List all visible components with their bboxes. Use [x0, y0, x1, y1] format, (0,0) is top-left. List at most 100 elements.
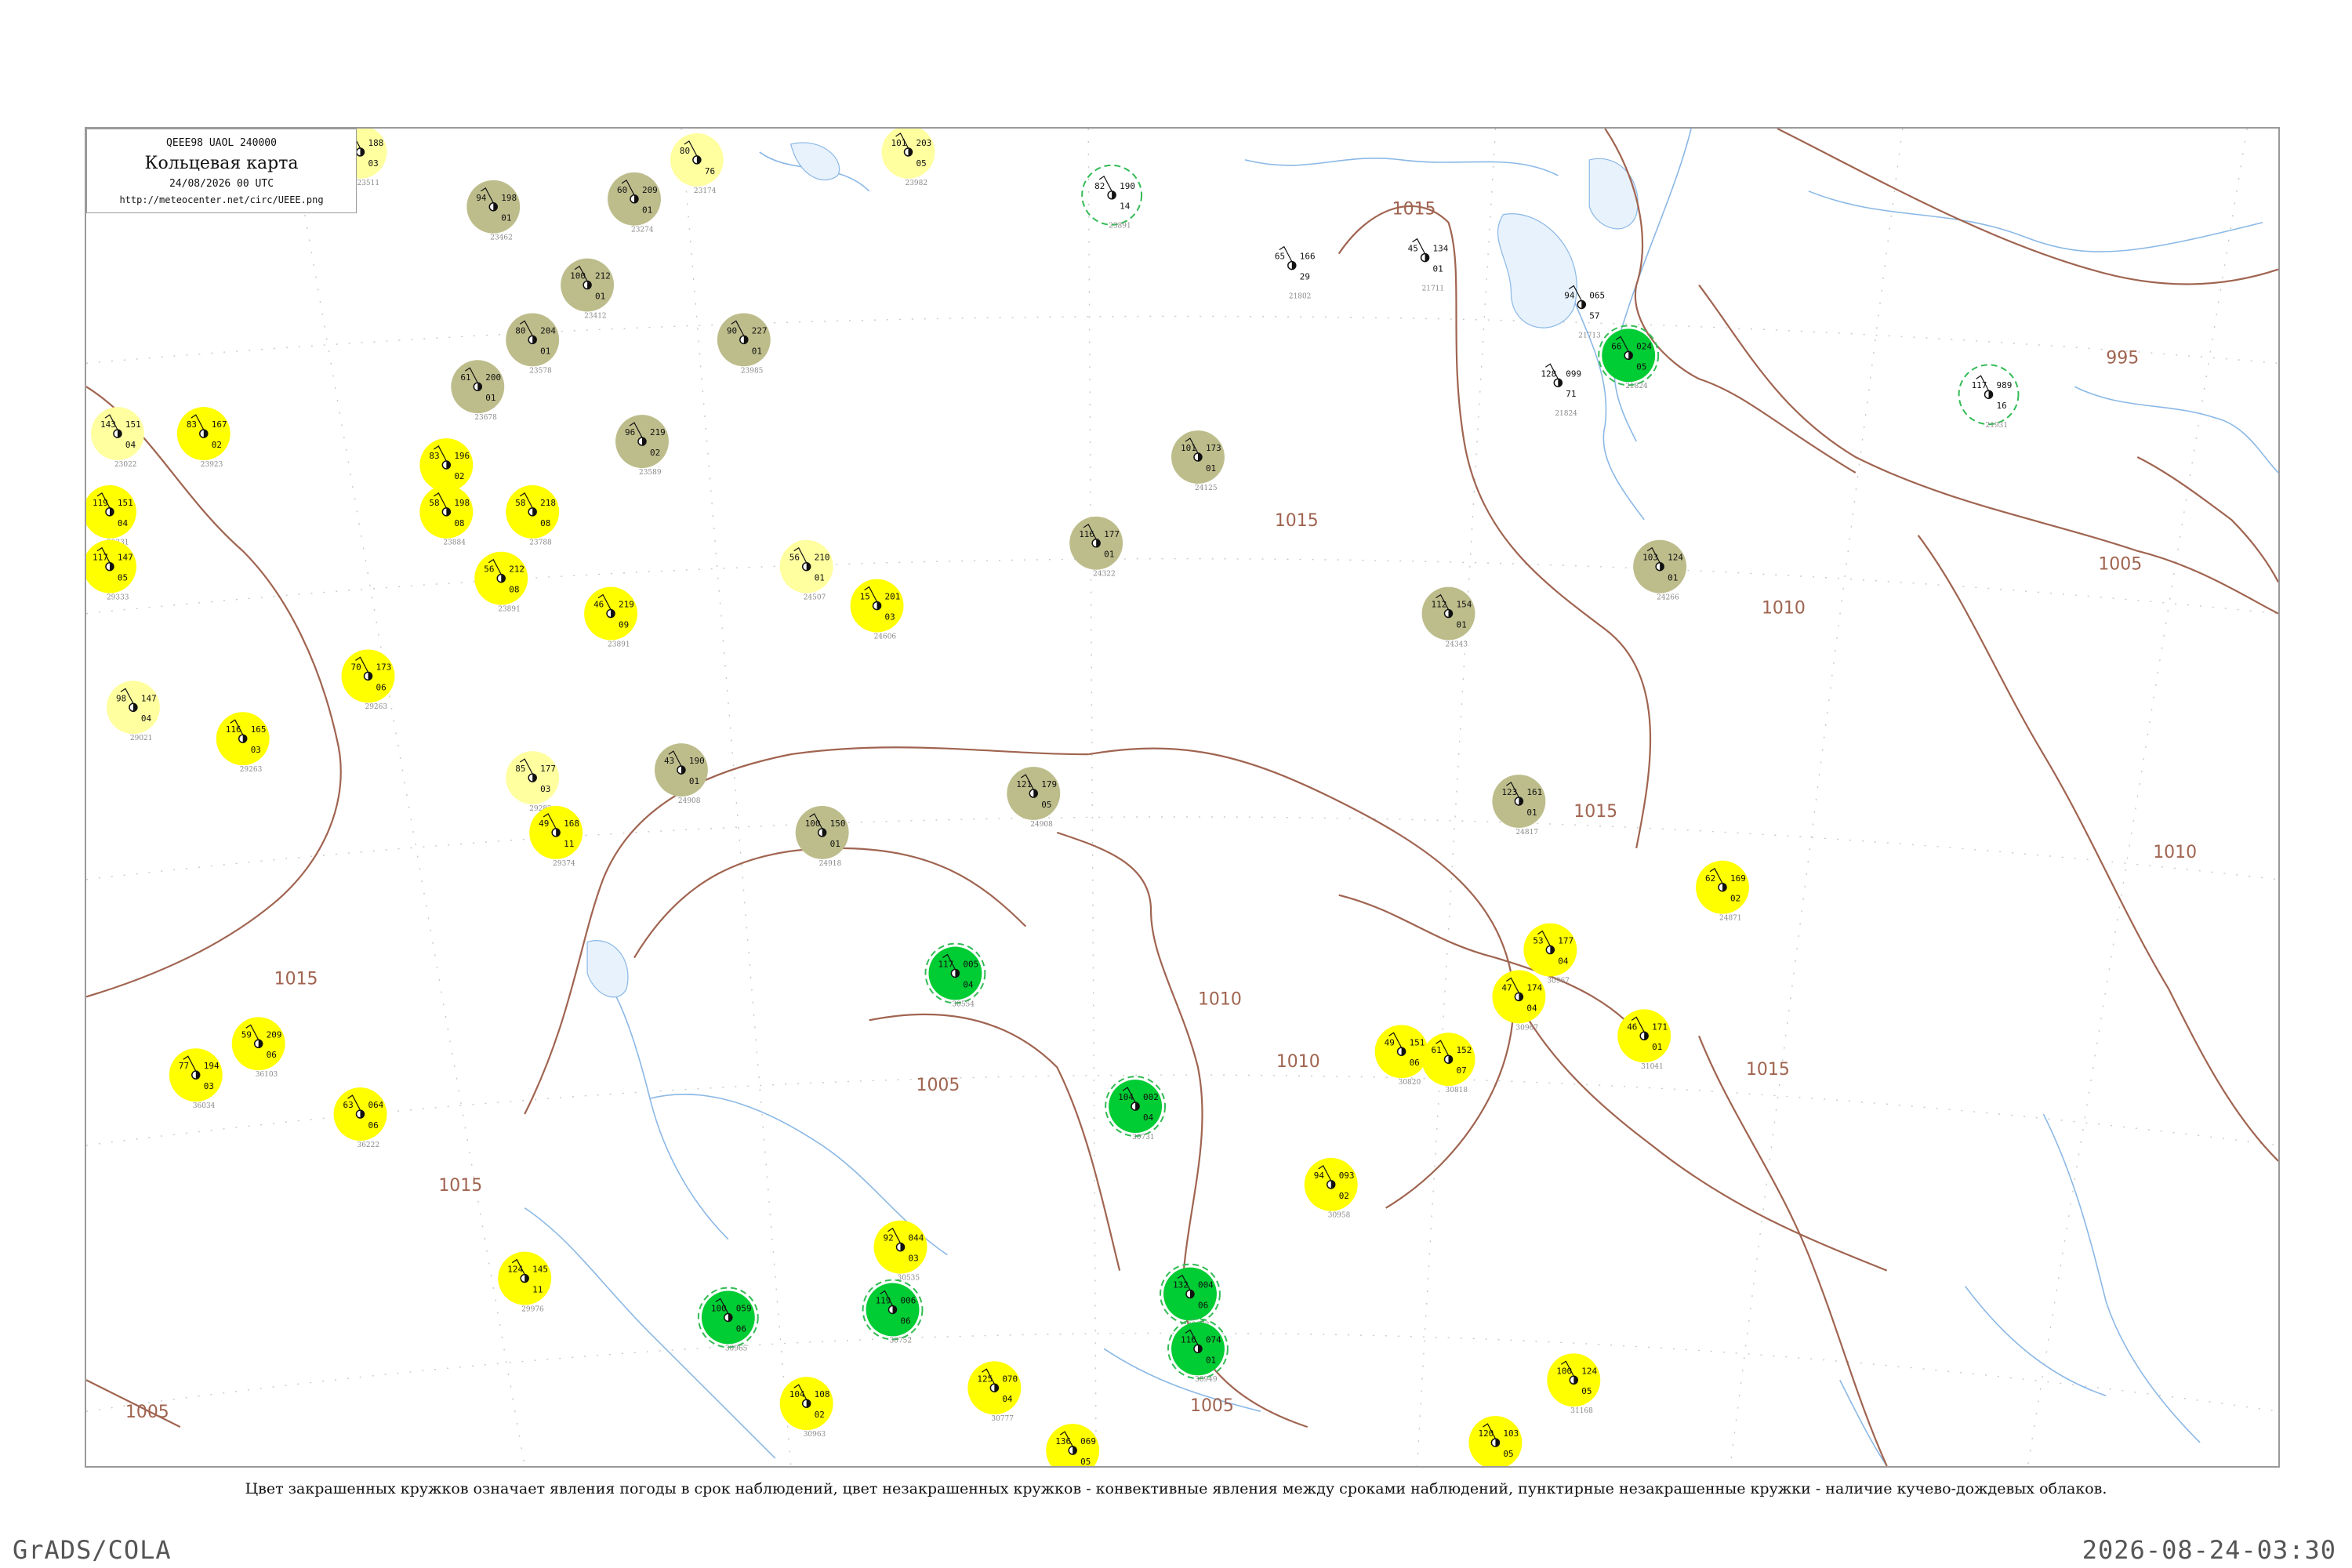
pressure-value: 004: [1198, 1280, 1214, 1290]
temperature-value: 83: [429, 451, 439, 461]
pressure-value: 173: [376, 662, 391, 672]
temperature-value: 90: [727, 325, 737, 336]
temperature-value: 66: [1611, 341, 1621, 351]
temperature-value: 46: [593, 600, 604, 610]
station-index: 36222: [358, 1142, 380, 1149]
station-marker: 100 124 05 31168: [1547, 1353, 1601, 1415]
station-marker: 80 204 01 23578: [506, 313, 560, 375]
station-marker: 61 152 07 30818: [1421, 1033, 1475, 1094]
station-marker: 1320040630673: [1160, 1263, 1221, 1329]
station-index: 24908: [678, 797, 701, 805]
station-index: 30777: [991, 1415, 1014, 1423]
pressure-tendency-value: 01: [642, 205, 652, 216]
map-source-url[interactable]: http://meteocenter.net/circ/UEEE.png: [87, 194, 356, 205]
station-marker: 92 0440330535: [873, 1220, 927, 1283]
station-index: 24908: [1030, 821, 1053, 829]
pressure-value: 196: [454, 451, 470, 461]
pressure-tendency-value: 01: [1652, 1042, 1662, 1052]
station-marker: 98 147 04 29021: [106, 681, 160, 742]
pressure-value: 124: [1581, 1366, 1597, 1376]
temperature-value: 63: [343, 1100, 354, 1110]
station-index: 23578: [529, 367, 552, 375]
station-index: 23891: [498, 606, 521, 614]
temperature-value: 100: [805, 818, 821, 829]
temperature-value: 92: [884, 1233, 894, 1243]
isobar-label: 1015: [1573, 802, 1617, 822]
pressure-tendency-value: 03: [909, 1254, 919, 1264]
temperature-value: 43: [664, 756, 674, 766]
station-marker: 77 194 03 36034: [169, 1048, 223, 1110]
station-index: 23274: [631, 227, 654, 234]
station-index: 30949: [1195, 1376, 1218, 1384]
pressure-value: 069: [1080, 1436, 1096, 1446]
pressure-value: 212: [509, 564, 524, 575]
station-index: 21931: [1986, 422, 2009, 430]
station-marker: 85 1770329282: [506, 751, 560, 813]
station-index: 23022: [114, 461, 137, 469]
pressure-tendency-value: 01: [595, 291, 605, 301]
temperature-value: 117: [938, 959, 953, 969]
station-index: 23891: [608, 641, 630, 648]
temperature-value: 100: [711, 1303, 727, 1313]
station-index: 30967: [1547, 977, 1570, 985]
temperature-value: 15: [860, 592, 870, 602]
pressure-tendency-value: 01: [1104, 550, 1114, 560]
station-marker: 121 179 05 24908: [1007, 767, 1061, 829]
station-index: 24871: [1719, 915, 1742, 923]
station-marker: 82 190 14 23891: [1081, 164, 1143, 230]
pressure-value: 150: [830, 818, 846, 829]
pressure-value: 151: [118, 498, 133, 508]
pressure-tendency-value: 11: [564, 839, 574, 849]
pressure-tendency-value: 05: [916, 158, 926, 169]
pressure-value: 006: [901, 1295, 916, 1305]
temperature-value: 56: [484, 564, 494, 575]
temperature-value: 116: [226, 724, 241, 735]
station-index: 29263: [240, 766, 263, 774]
pressure-value: 103: [1503, 1428, 1519, 1439]
pressure-value: 203: [916, 138, 931, 148]
pressure-tendency-value: 01: [689, 776, 699, 786]
station-marker: 46 171 01 31041: [1617, 1009, 1671, 1071]
map-datetime: 24/08/2026 00 UTC: [169, 178, 274, 190]
pressure-tendency-value: 01: [1206, 463, 1216, 474]
pressure-tendency-value: 05: [1636, 361, 1646, 372]
pressure-value: 190: [1120, 181, 1135, 191]
temperature-value: 94: [1314, 1171, 1325, 1181]
temperature-value: 60: [617, 185, 627, 195]
pressure-value: 177: [1558, 936, 1573, 946]
pressure-tendency-value: 06: [1198, 1300, 1208, 1310]
station-marker: 58 218 08 23788: [506, 485, 560, 547]
station-marker: 104 108 02 30963: [779, 1377, 833, 1439]
station-marker: 15 201 03 24606: [850, 579, 904, 641]
pressure-value: 212: [595, 271, 611, 281]
station-index: 30818: [1446, 1087, 1468, 1094]
station-marker: 104 002 04 30731: [1105, 1076, 1167, 1142]
pressure-value: 219: [619, 600, 634, 610]
station-index: 30820: [1399, 1079, 1421, 1087]
pressure-value: 168: [564, 818, 579, 829]
temperature-value: 120: [1478, 1428, 1494, 1439]
pressure-tendency-value: 01: [1457, 620, 1467, 630]
temperature-value: 58: [429, 498, 439, 508]
temperature-value: 53: [1533, 936, 1543, 946]
temperature-value: 112: [1432, 600, 1447, 610]
temperature-value: 100: [570, 271, 586, 281]
pressure-tendency-value: 05: [1503, 1449, 1513, 1459]
temperature-value: 117: [93, 553, 108, 563]
pressure-value: 173: [1206, 443, 1221, 453]
station-index: 29333: [107, 594, 129, 602]
pressure-value: 188: [368, 138, 383, 148]
map-frame: 1015 1015 1015 1015 1015 1015 1015 1010 …: [85, 127, 2280, 1468]
station-index: 36103: [256, 1071, 278, 1079]
isobar-label: 1015: [1275, 511, 1319, 531]
isobar-label: 1015: [438, 1176, 482, 1196]
pressure-value: 174: [1526, 982, 1542, 993]
temperature-value: 117: [1972, 380, 1987, 390]
pressure-tendency-value: 01: [815, 573, 825, 583]
pressure-value: 198: [454, 498, 470, 508]
station-marker: 58 198 08 23884: [419, 485, 474, 547]
station-index: 30967: [1515, 1024, 1538, 1032]
pressure-value: 064: [368, 1100, 383, 1110]
pressure-tendency-value: 04: [125, 440, 136, 450]
temperature-value: 103: [1642, 553, 1658, 563]
